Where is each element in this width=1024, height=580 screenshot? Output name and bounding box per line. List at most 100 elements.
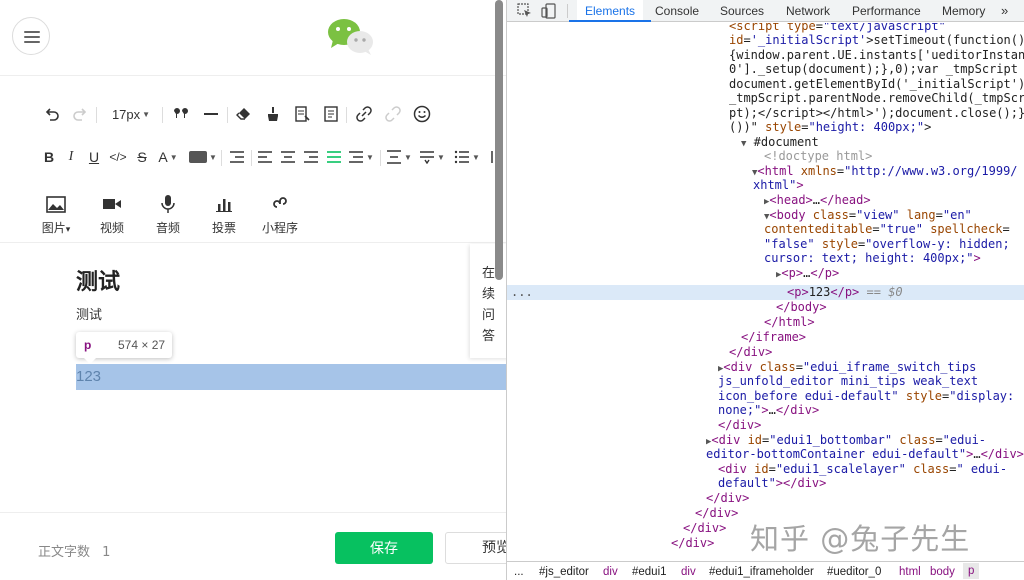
dom-node-line[interactable]: </div> [695, 506, 738, 521]
dom-node-line[interactable]: </div> [683, 521, 726, 536]
breadcrumb-item[interactable]: #edui1_iframeholder [709, 566, 814, 578]
line-height-button[interactable]: ▼ [385, 142, 413, 172]
unlink-button[interactable] [382, 99, 404, 129]
dom-node-line[interactable]: <script type="text/javascript" [729, 23, 946, 34]
clear-format-button[interactable] [233, 99, 255, 129]
dom-node-line[interactable]: editor-bottomContainer edui-default">…</… [706, 447, 1024, 462]
divider-button[interactable] [200, 99, 222, 129]
tab-console[interactable]: Console [655, 0, 699, 22]
dom-node-line[interactable]: document.getElementById('_initialScript'… [729, 77, 1024, 92]
dom-node-line[interactable]: </iframe> [741, 330, 806, 345]
insert-image-button[interactable]: 图片▾ [28, 193, 84, 237]
dom-node-line[interactable]: </html> [764, 315, 815, 330]
strikethrough-button[interactable]: S [133, 142, 151, 172]
template-button[interactable] [291, 99, 313, 129]
breadcrumb-item[interactable]: ... [514, 566, 524, 578]
dom-node-line[interactable]: default"></div> [718, 476, 826, 491]
editor-scrollbar[interactable] [494, 0, 504, 280]
background-color-button[interactable]: ▼ [188, 142, 218, 172]
preview-button[interactable]: 预览 [445, 532, 506, 564]
paragraph-spacing-button[interactable]: ▼ [347, 142, 375, 172]
more-tabs-button[interactable]: » [1001, 0, 1008, 22]
article-template-button[interactable] [320, 99, 342, 129]
insert-audio-button[interactable]: 音频 [140, 193, 196, 237]
insert-video-button[interactable]: 视频 [84, 193, 140, 237]
font-size-select[interactable]: 17px ▼ [106, 99, 156, 129]
emoji-button[interactable] [411, 99, 433, 129]
code-button[interactable]: </> [107, 142, 129, 172]
dom-node-line[interactable]: xhtml"> [753, 178, 804, 193]
bold-button[interactable]: B [40, 142, 58, 172]
tab-elements[interactable]: Elements [569, 0, 652, 22]
dom-node-line[interactable]: ())" style="height: 400px;"> [729, 120, 931, 135]
dom-row-ellipsis[interactable]: ... [511, 285, 533, 300]
format-painter-button[interactable] [262, 99, 284, 129]
dom-node-line[interactable]: </div> [706, 491, 749, 506]
dom-node-line[interactable]: </div> [671, 536, 714, 551]
breadcrumb-item[interactable]: p [963, 563, 980, 579]
insert-vote-button[interactable]: 投票 [196, 193, 252, 237]
breadcrumb-item[interactable]: html [899, 566, 921, 578]
tab-performance[interactable]: Performance [852, 0, 921, 22]
dom-node-selected[interactable]: <p>123</p> == $0 [787, 285, 903, 300]
highlighted-paragraph[interactable]: 123 [76, 364, 506, 390]
tab-memory[interactable]: Memory [942, 0, 985, 22]
breadcrumb-item[interactable]: div [681, 566, 696, 578]
align-center-button[interactable] [278, 142, 298, 172]
content-heading[interactable]: 测试 [76, 264, 120, 296]
dom-node-line[interactable]: ▶<p>…</p> [776, 266, 839, 283]
dom-node-line[interactable]: contenteditable="true" spellcheck= [764, 222, 1010, 237]
redo-button[interactable] [70, 99, 90, 129]
indent-button[interactable] [227, 142, 247, 172]
align-right-button[interactable] [301, 142, 321, 172]
align-justify-button[interactable] [324, 142, 344, 172]
blockquote-button[interactable] [170, 99, 192, 129]
dom-node-line[interactable]: js_unfold_editor mini_tips weak_text [718, 374, 978, 389]
save-button[interactable]: 保存 [335, 532, 433, 564]
list-button[interactable]: ▼ [452, 142, 482, 172]
dom-tree[interactable]: ... <script type="text/javascript" id='_… [507, 23, 1024, 560]
dom-node-line[interactable]: 0']._setup(document);},0);var _tmpScript… [729, 62, 1024, 77]
breadcrumb-item[interactable]: #js_editor [539, 566, 589, 578]
content-paragraph[interactable]: 测试 [76, 304, 102, 323]
breadcrumb-item[interactable]: #ueditor_0 [827, 566, 881, 578]
menu-button[interactable] [12, 17, 50, 55]
underline-button[interactable]: U [85, 142, 103, 172]
dom-selected-row[interactable] [507, 285, 1024, 300]
caret-down-icon: ▾ [65, 225, 71, 235]
dom-node-line[interactable]: _tmpScript.parentNode.removeChild(_tmpSc… [729, 91, 1024, 106]
italic-button[interactable]: I [62, 142, 80, 172]
inspect-element-icon[interactable] [517, 3, 533, 19]
screen: 17px ▼ B I U </> S A ▼ ▼ ▼ ▼ ▼ ▼ 图片▾ 视频 … [0, 0, 1024, 580]
dom-node-line[interactable]: icon_before edui-default" style="display… [718, 389, 1014, 404]
tab-network[interactable]: Network [786, 0, 830, 22]
image-icon [28, 193, 84, 215]
dom-node-line[interactable]: <!doctype html> [764, 149, 872, 164]
dom-node-line[interactable]: id='_initialScript'>setTimeout(function(… [729, 33, 1024, 48]
insert-mini-program-button[interactable]: 小程序 [252, 193, 308, 237]
dom-node-line[interactable]: cursor: text; height: 400px;"> [764, 251, 981, 266]
breadcrumb-item[interactable]: body [930, 566, 955, 578]
align-left-button[interactable] [255, 142, 275, 172]
first-line-indent-button[interactable]: ▼ [418, 142, 446, 172]
dom-node-line[interactable]: </div> [729, 345, 772, 360]
device-toolbar-icon[interactable] [541, 3, 557, 19]
selected-marker: == $0 [866, 285, 903, 299]
devtools-breadcrumbs: ... #js_editor div #edui1 div #edui1_iframeho… [507, 561, 1024, 580]
link-button[interactable] [353, 99, 375, 129]
breadcrumb-item[interactable]: div [603, 566, 618, 578]
undo-button[interactable] [42, 99, 62, 129]
dom-node-line[interactable]: "false" style="overflow-y: hidden; [764, 237, 1010, 252]
breadcrumb-item[interactable]: #edui1 [632, 566, 667, 578]
dom-node-line[interactable]: <div id="edui1_scalelayer" class=" edui- [718, 462, 1007, 477]
dom-node-line[interactable]: {window.parent.UE.instants['ueditorInsta… [729, 48, 1024, 63]
dom-node-line[interactable]: none;">…</div> [718, 403, 819, 418]
font-color-button[interactable]: A ▼ [155, 142, 181, 172]
tab-sources[interactable]: Sources [720, 0, 764, 22]
scrollbar-thumb[interactable] [495, 0, 503, 280]
editor-content[interactable]: 测试 测试 p 574 × 27 123 在 续 问 答 [0, 244, 506, 512]
word-count: 正文字数 1 [38, 541, 110, 560]
dom-node-line[interactable]: pt);</script></html>');document.close();… [729, 106, 1024, 121]
dom-node-line[interactable]: </div> [718, 418, 761, 433]
dom-node-line[interactable]: </body> [776, 300, 827, 315]
